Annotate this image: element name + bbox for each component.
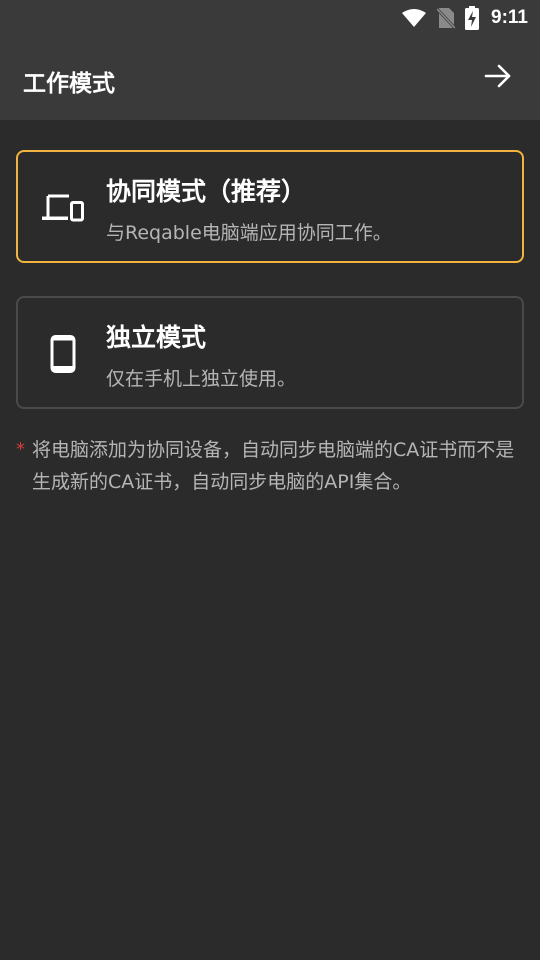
mode-description: 与Reqable电脑端应用协同工作。	[106, 222, 392, 244]
status-time: 9:11	[491, 7, 528, 28]
next-button[interactable]	[476, 56, 520, 100]
app-bar: 工作模式	[0, 36, 540, 120]
devices-icon	[40, 188, 86, 228]
required-asterisk: *	[16, 439, 25, 460]
status-bar: 9:11	[0, 0, 540, 36]
no-sim-icon	[437, 7, 456, 29]
arrow-right-icon	[484, 64, 512, 92]
mode-title: 独立模式	[106, 323, 207, 352]
mode-title: 协同模式（推荐）	[106, 177, 307, 206]
smartphone-icon	[40, 334, 86, 374]
wifi-icon	[401, 8, 427, 28]
mode-note: * 将电脑添加为协同设备，自动同步电脑端的CA证书而不是生成新的CA证书，自动同…	[16, 434, 526, 498]
mode-card-standalone[interactable]: 独立模式 仅在手机上独立使用。	[16, 296, 524, 409]
battery-charging-icon	[465, 6, 480, 30]
mode-description: 仅在手机上独立使用。	[106, 368, 297, 390]
page-title: 工作模式	[23, 71, 115, 97]
note-text: 将电脑添加为协同设备，自动同步电脑端的CA证书而不是生成新的CA证书，自动同步电…	[32, 439, 515, 493]
mode-card-collaborative[interactable]: 协同模式（推荐） 与Reqable电脑端应用协同工作。	[16, 150, 524, 263]
status-icons: 9:11	[401, 6, 528, 30]
